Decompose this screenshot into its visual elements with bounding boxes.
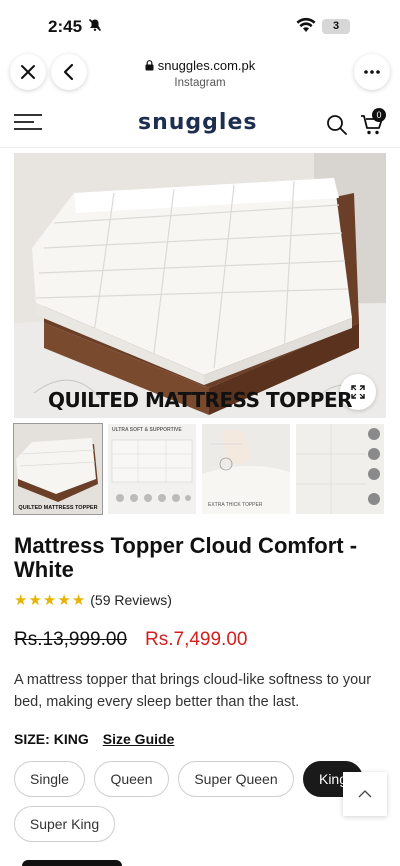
star-icon: ★ <box>57 592 71 609</box>
size-option-single[interactable]: Single <box>14 761 85 797</box>
cart-count-badge: 0 <box>372 108 386 122</box>
search-icon <box>327 115 347 135</box>
battery-indicator: 3 <box>322 19 350 34</box>
product-rating[interactable]: ★ ★ ★ ★ ★ (59 Reviews) <box>14 591 172 609</box>
close-icon <box>21 65 35 79</box>
hero-caption: QUILTED MATTRESS TOPPER <box>47 388 353 412</box>
product-main-image[interactable] <box>14 153 386 418</box>
size-option-super-queen[interactable]: Super Queen <box>178 761 294 797</box>
size-label: SIZE: <box>14 731 50 747</box>
menu-hamburger-icon[interactable] <box>14 114 42 134</box>
star-icon: ★ <box>28 592 42 609</box>
star-icon: ★ <box>71 592 86 609</box>
original-price: Rs.13,999.00 <box>14 629 128 650</box>
add-to-cart-button-peek[interactable] <box>22 860 122 866</box>
selected-size-value: KING <box>53 731 89 747</box>
more-options-button[interactable] <box>354 54 390 90</box>
status-time: 2:45 <box>48 17 83 36</box>
lock-icon <box>145 60 154 71</box>
thumbnail-2-label: ULTRA SOFT & SUPPORTIVE <box>112 427 182 433</box>
address-display[interactable]: snuggles.com.pk Instagram <box>100 58 300 89</box>
back-button[interactable] <box>51 54 87 90</box>
size-option-queen[interactable]: Queen <box>94 761 169 797</box>
sale-price: Rs.7,499.00 <box>145 629 248 650</box>
size-guide-link[interactable]: Size Guide <box>103 731 175 747</box>
thumbnail-1[interactable]: QUILTED MATTRESS TOPPER <box>13 423 103 515</box>
silent-bell-icon <box>88 18 102 35</box>
site-header: snuggles <box>0 100 400 148</box>
product-description: A mattress topper that brings cloud-like… <box>14 672 372 710</box>
thumbnail-1-label: QUILTED MATTRESS TOPPER <box>18 505 98 511</box>
status-bar: 2:45 3 <box>0 0 400 52</box>
wifi-icon <box>296 17 316 38</box>
thumbnail-strip: QUILTED MATTRESS TOPPER ULTRA SOFT & SUP… <box>13 423 400 515</box>
browser-source: Instagram <box>174 77 226 89</box>
close-button[interactable] <box>10 54 46 90</box>
size-selector-header: SIZE: KING Size Guide <box>14 731 174 747</box>
scroll-to-top-button[interactable] <box>343 772 387 816</box>
size-option-super-king[interactable]: Super King <box>14 806 115 842</box>
thumbnail-3-caption: EXTRA THICK TOPPER <box>208 502 263 508</box>
site-logo[interactable]: snuggles <box>138 110 257 135</box>
thumbnail-3[interactable]: EXTRA THICK TOPPER <box>202 424 290 514</box>
chevron-up-icon <box>358 790 372 798</box>
star-icon: ★ <box>14 592 28 609</box>
more-dots-icon <box>364 70 380 74</box>
url-text: snuggles.com.pk <box>157 58 256 73</box>
product-title: Mattress Topper Cloud Comfort - White <box>14 533 358 582</box>
thumbnail-2[interactable]: ULTRA SOFT & SUPPORTIVE <box>108 424 196 514</box>
star-icon: ★ <box>42 592 57 609</box>
search-button[interactable] <box>326 114 348 141</box>
in-app-browser-bar: snuggles.com.pk Instagram <box>0 52 400 94</box>
review-count[interactable]: (59 Reviews) <box>90 592 172 608</box>
chevron-left-icon <box>63 63 74 81</box>
thumbnail-4[interactable] <box>296 424 384 514</box>
